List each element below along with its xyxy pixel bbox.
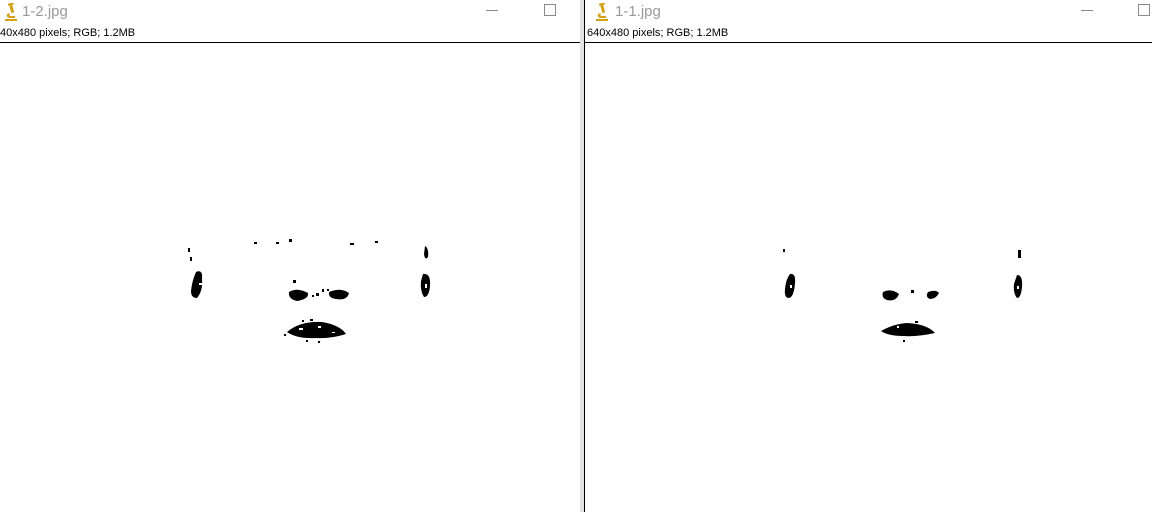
desktop: 1-2.jpg 40x480 pixels; RGB; 1.2MB 1-1.jp… (0, 0, 1152, 512)
minimize-button[interactable] (478, 0, 506, 22)
image-info-text: 40x480 pixels; RGB; 1.2MB (0, 27, 136, 39)
window-title: 1-1.jpg (615, 3, 661, 20)
image-window-left[interactable]: 1-2.jpg 40x480 pixels; RGB; 1.2MB (0, 0, 580, 512)
thresholded-image (188, 239, 431, 343)
image-canvas[interactable] (0, 42, 580, 512)
maximize-button[interactable] (1130, 0, 1152, 22)
window-title: 1-2.jpg (22, 3, 68, 20)
image-window-right[interactable]: 1-1.jpg 640x480 pixels; RGB; 1.2MB (584, 0, 1152, 512)
microscope-icon (5, 3, 17, 21)
window-titlebar[interactable]: 1-1.jpg (585, 0, 1152, 24)
thresholded-image (783, 249, 1023, 342)
microscope-icon (596, 3, 608, 21)
image-info-text: 640x480 pixels; RGB; 1.2MB (587, 27, 729, 39)
minimize-button[interactable] (1073, 0, 1101, 22)
maximize-button[interactable] (536, 0, 564, 22)
window-titlebar[interactable]: 1-2.jpg (0, 0, 580, 24)
image-canvas[interactable] (585, 42, 1152, 512)
